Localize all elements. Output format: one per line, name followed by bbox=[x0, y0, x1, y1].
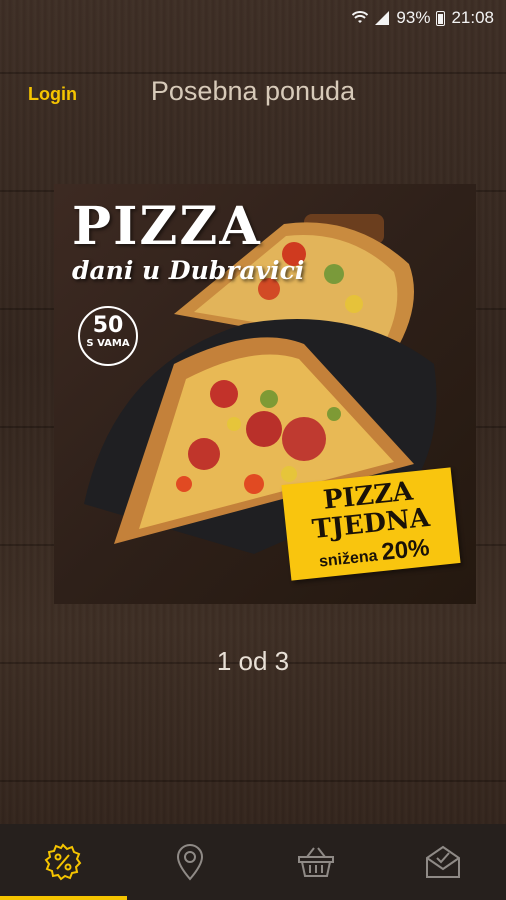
status-bar: 93% 21:08 bbox=[0, 0, 506, 36]
battery-percent: 93% bbox=[396, 8, 431, 27]
nav-basket[interactable] bbox=[253, 824, 380, 900]
nav-offers[interactable] bbox=[0, 824, 127, 900]
nav-locations[interactable] bbox=[127, 824, 254, 900]
page-title: Posebna ponuda bbox=[150, 76, 356, 106]
location-pin-icon bbox=[176, 844, 203, 881]
badge-number: 50 bbox=[92, 313, 124, 338]
header: Login Posebna ponuda bbox=[0, 72, 506, 116]
sticker-discount: 20% bbox=[380, 534, 431, 566]
promo-headline: PIZZA bbox=[72, 196, 262, 257]
promo-subline: dani u Dubravici bbox=[72, 256, 305, 285]
order-check-icon bbox=[425, 845, 460, 878]
anniversary-badge: 50 S VAMA bbox=[78, 306, 138, 366]
nav-orders[interactable] bbox=[380, 824, 506, 900]
battery-icon bbox=[436, 10, 446, 26]
discount-badge-icon bbox=[44, 843, 82, 881]
sticker-reduced-text: snižena bbox=[318, 547, 379, 571]
badge-text: S VAMA bbox=[86, 338, 130, 349]
pager-indicator: 1 od 3 bbox=[216, 646, 290, 676]
signal-icon bbox=[375, 11, 390, 25]
bottom-nav bbox=[0, 824, 506, 900]
promo-banner[interactable]: PIZZA dani u Dubravici 50 S VAMA PIZZA T… bbox=[54, 184, 476, 604]
discount-sticker: PIZZA TJEDNA snižena 20% bbox=[281, 467, 461, 581]
wifi-icon bbox=[352, 11, 369, 23]
basket-icon bbox=[298, 847, 335, 877]
clock: 21:08 bbox=[451, 8, 494, 27]
